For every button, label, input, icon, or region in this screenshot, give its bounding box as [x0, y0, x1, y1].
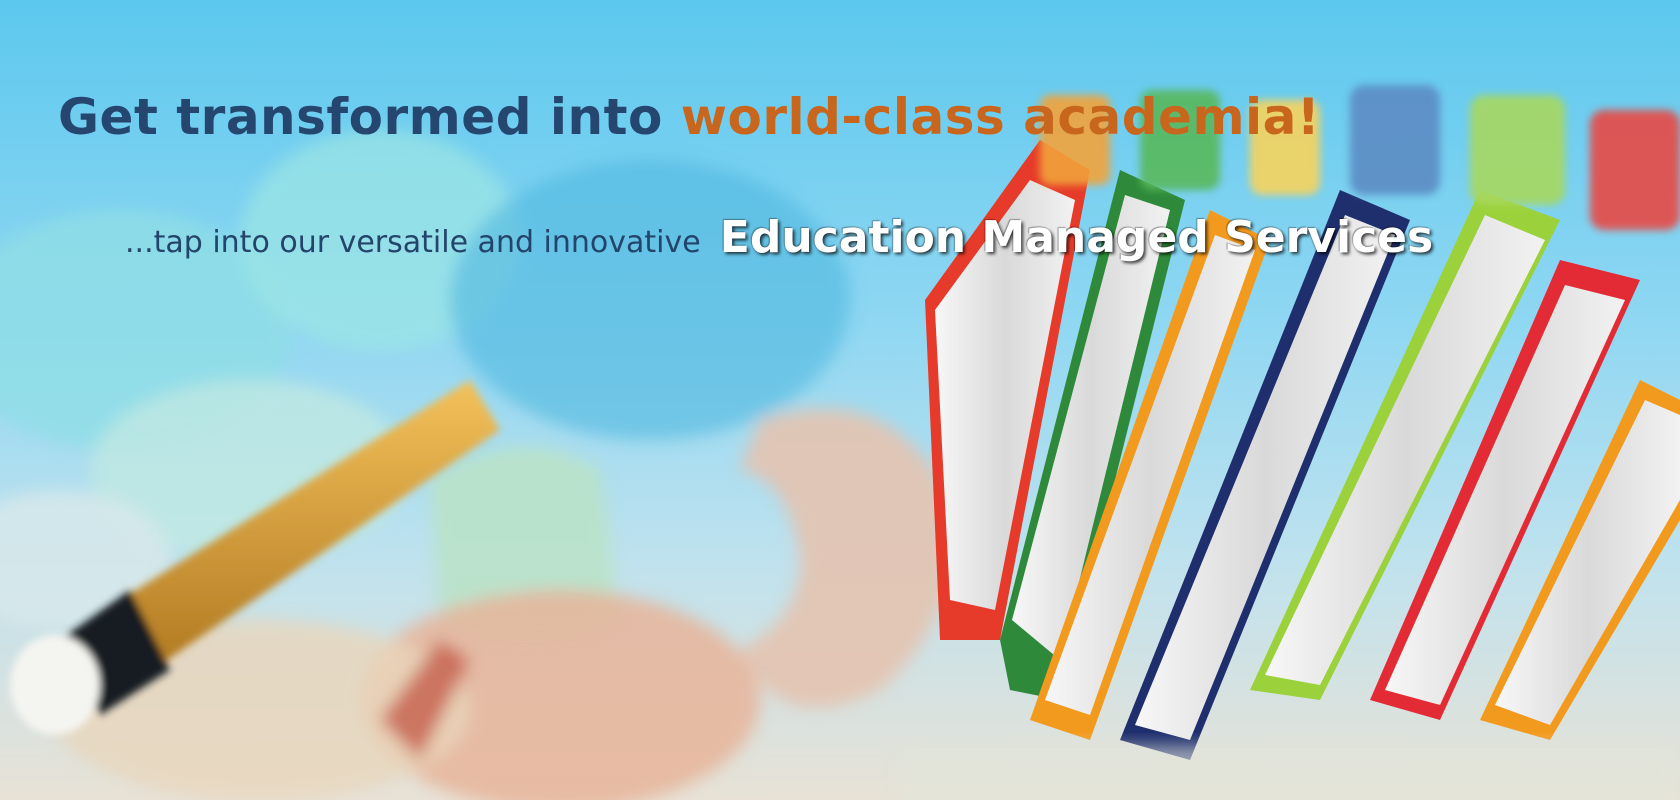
hero-banner: Get transformed into world-class academi… [0, 0, 1680, 800]
headline: Get transformed into world-class academi… [58, 88, 1320, 146]
tagline-lead: ...tap into our versatile and innovative [125, 225, 701, 260]
tagline: ...tap into our versatile and innovative… [125, 212, 1433, 263]
headline-primary: Get transformed into [58, 88, 663, 146]
headline-accent: world-class academia! [680, 88, 1321, 146]
tagline-services: Education Managed Services [719, 212, 1434, 263]
books [900, 85, 1680, 800]
